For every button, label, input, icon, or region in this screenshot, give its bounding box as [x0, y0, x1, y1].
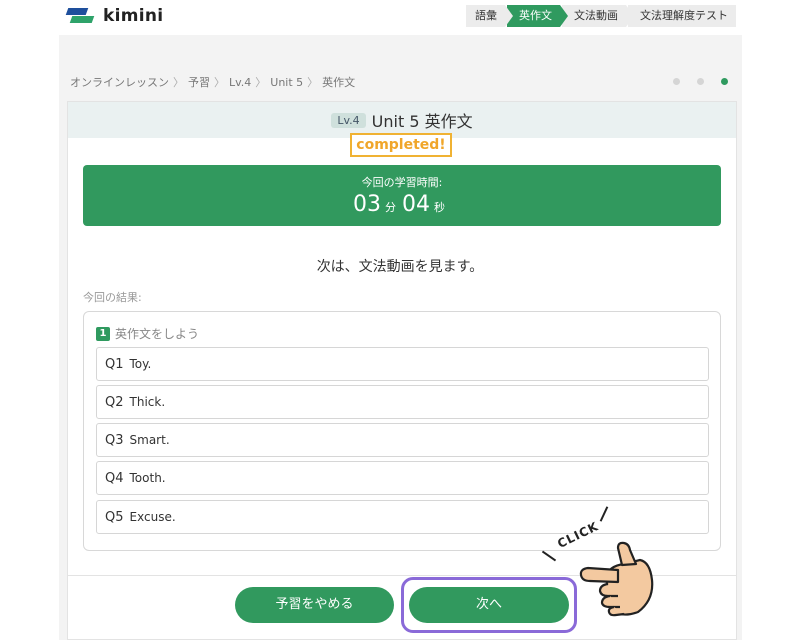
breadcrumb-item-preview[interactable]: 予習 [188, 74, 210, 90]
progress-dot [673, 78, 680, 85]
results-panel: 1 英作文をしよう Q1 Toy. Q2 Thick. Q3 Smart. Q4… [83, 311, 721, 551]
next-button-highlight [401, 577, 577, 633]
breadcrumb-separator: 〉 [307, 76, 319, 89]
logo-text: kimini [103, 6, 164, 26]
pointing-hand-icon [579, 541, 654, 617]
question-number: Q1 [105, 356, 124, 372]
study-time-value: 03 分 04 秒 [83, 192, 721, 217]
question-number: Q3 [105, 432, 124, 448]
level-badge: Lv.4 [331, 112, 366, 128]
kimini-logo[interactable]: kimini [65, 5, 164, 27]
question-text: Smart. [129, 433, 170, 447]
logo-icon [65, 6, 97, 26]
section-title-text: 英作文をしよう [115, 327, 200, 341]
breadcrumb-separator: 〉 [255, 76, 267, 89]
breadcrumb-item-current: 英作文 [322, 76, 356, 89]
page: kimini 語彙 英作文 文法動画 文法理解度テスト オンラインレッスン 〉 … [0, 0, 800, 640]
lesson-steps: 語彙 英作文 文法動画 文法理解度テスト [466, 5, 738, 27]
step-composition[interactable]: 英作文 [507, 5, 568, 27]
question-row[interactable]: Q3 Smart. [96, 423, 709, 457]
breadcrumb-separator: 〉 [173, 76, 184, 89]
step-grammar-video[interactable]: 文法動画 [562, 5, 634, 27]
question-text: Excuse. [129, 510, 176, 524]
question-row[interactable]: Q4 Tooth. [96, 461, 709, 495]
study-time-minutes: 03 [353, 192, 381, 217]
step-grammar-test[interactable]: 文法理解度テスト [628, 5, 736, 27]
question-text: Toy. [129, 357, 152, 371]
question-number: Q5 [105, 509, 124, 525]
breadcrumb-item-online-lesson[interactable]: オンラインレッスン [70, 74, 169, 90]
study-time-label: 今回の学習時間: [361, 176, 443, 189]
section-title: 1 英作文をしよう [96, 325, 199, 342]
step-vocabulary[interactable]: 語彙 [466, 5, 513, 27]
page-title: Unit 5 英作文 [371, 112, 473, 131]
breadcrumb-item-unit[interactable]: Unit 5 [270, 76, 303, 89]
breadcrumb-separator: 〉 [214, 76, 225, 89]
question-text: Thick. [129, 395, 166, 409]
breadcrumb-item-level[interactable]: Lv.4 [229, 76, 251, 89]
minutes-unit: 分 [385, 201, 396, 214]
completed-stamp: completed! [350, 133, 452, 157]
section-number-badge: 1 [96, 326, 110, 341]
question-number: Q2 [105, 394, 124, 410]
breadcrumb: オンラインレッスン 〉 予習 〉 Lv.4 〉 Unit 5 〉 英作文 [70, 74, 355, 90]
seconds-unit: 秒 [434, 201, 445, 214]
question-text: Tooth. [129, 471, 166, 485]
study-time-seconds: 04 [402, 192, 430, 217]
progress-dots [673, 78, 728, 85]
progress-dot [697, 78, 704, 85]
result-label: 今回の結果: [83, 291, 142, 304]
question-row[interactable]: Q2 Thick. [96, 385, 709, 419]
question-row[interactable]: Q1 Toy. [96, 347, 709, 381]
progress-dot-current [721, 78, 728, 85]
question-number: Q4 [105, 470, 124, 486]
study-time-panel: 今回の学習時間: 03 分 04 秒 [83, 165, 721, 226]
question-row[interactable]: Q5 Excuse. [96, 500, 709, 534]
quit-preview-button[interactable]: 予習をやめる [235, 587, 394, 623]
next-step-message: 次は、文法動画を見ます。 [316, 259, 484, 275]
